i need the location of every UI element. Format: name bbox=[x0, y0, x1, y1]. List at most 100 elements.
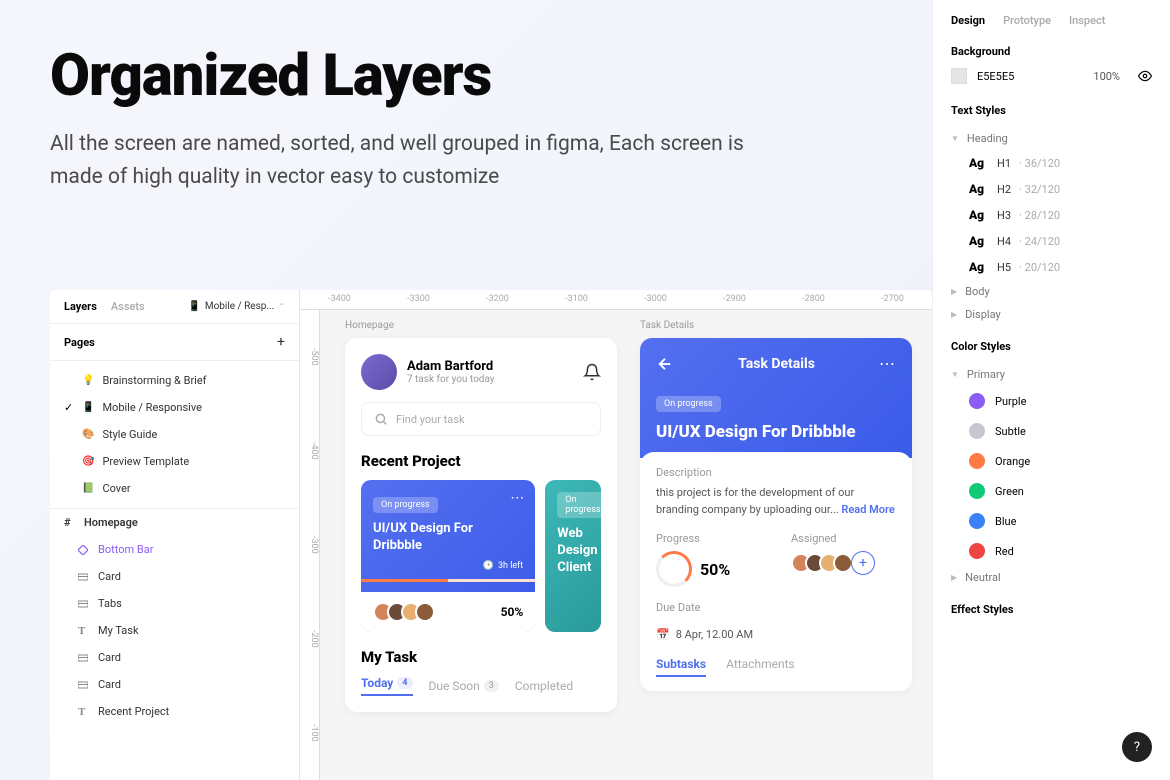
assets-tab[interactable]: Assets bbox=[111, 300, 145, 313]
ruler-vertical: -500-400-300-200-100 bbox=[300, 310, 320, 780]
layer-item[interactable]: Card bbox=[50, 563, 299, 590]
tab-completed[interactable]: Completed bbox=[515, 676, 573, 696]
project-card[interactable]: On progress ⋯ UI/UX Design For Dribbble … bbox=[361, 480, 535, 632]
text-style-group-heading[interactable]: ▼Heading bbox=[951, 127, 1152, 150]
add-page-button[interactable]: + bbox=[277, 334, 285, 350]
background-hex[interactable]: E5E5E5 bbox=[977, 70, 1014, 83]
color-swatch bbox=[969, 513, 985, 529]
user-subtitle: 7 task for you today bbox=[407, 374, 495, 385]
layer-item[interactable]: TRecent Project bbox=[50, 698, 299, 725]
text-style-group-display[interactable]: ▶Display bbox=[951, 303, 1152, 326]
assigned-avatars[interactable]: + bbox=[791, 551, 896, 575]
layers-tab[interactable]: Layers bbox=[64, 300, 97, 313]
figma-workspace: Layers Assets 📱 Mobile / Resp... ⌃ Pages… bbox=[50, 290, 932, 780]
more-icon[interactable]: ⋯ bbox=[879, 354, 896, 373]
color-styles-label: Color Styles bbox=[951, 340, 1152, 353]
layer-item[interactable]: Bottom Bar bbox=[50, 536, 299, 563]
layer-item[interactable]: TMy Task bbox=[50, 617, 299, 644]
background-label: Background bbox=[951, 45, 1152, 58]
frame-label-task-details[interactable]: Task Details bbox=[640, 320, 694, 331]
frame-label-homepage[interactable]: Homepage bbox=[345, 320, 394, 331]
recent-project-heading: Recent Project bbox=[361, 452, 601, 470]
layers-panel: Layers Assets 📱 Mobile / Resp... ⌃ Pages… bbox=[50, 290, 300, 780]
hero-title: Organized Layers bbox=[50, 42, 770, 110]
calendar-icon: 📅 bbox=[656, 628, 670, 641]
tab-inspect[interactable]: Inspect bbox=[1069, 14, 1105, 27]
tab-attachments[interactable]: Attachments bbox=[726, 657, 795, 677]
page-item[interactable]: 🎨Style Guide bbox=[50, 421, 299, 448]
text-icon: T bbox=[78, 706, 90, 718]
color-swatch bbox=[969, 393, 985, 409]
page-list: 💡Brainstorming & Brief✓📱Mobile / Respons… bbox=[50, 361, 299, 509]
read-more-link[interactable]: Read More bbox=[841, 503, 894, 516]
frame-homepage[interactable]: # Homepage bbox=[50, 509, 299, 536]
progress-percent: 50% bbox=[501, 605, 524, 619]
due-date-label: Due Date bbox=[656, 601, 896, 614]
progress-ring bbox=[656, 551, 692, 587]
text-style-item[interactable]: AgH5· 20/120 bbox=[951, 254, 1152, 280]
add-assignee-button[interactable]: + bbox=[851, 551, 875, 575]
page-item[interactable]: 💡Brainstorming & Brief bbox=[50, 367, 299, 394]
color-style-item[interactable]: Red bbox=[951, 536, 1152, 566]
page-picker[interactable]: 📱 Mobile / Resp... ⌃ bbox=[188, 301, 285, 312]
color-style-item[interactable]: Green bbox=[951, 476, 1152, 506]
visibility-icon[interactable] bbox=[1138, 69, 1152, 83]
tabs-icon bbox=[78, 599, 90, 609]
text-style-item[interactable]: AgH4· 24/120 bbox=[951, 228, 1152, 254]
color-group-primary[interactable]: ▼Primary bbox=[951, 363, 1152, 386]
text-style-item[interactable]: AgH3· 28/120 bbox=[951, 202, 1152, 228]
mobile-frame-task-details[interactable]: Task Details ⋯ On progress UI/UX Design … bbox=[640, 338, 912, 691]
background-opacity[interactable]: 100% bbox=[1093, 70, 1120, 83]
layer-tree: # Homepage Bottom BarCardTabsTMy TaskCar… bbox=[50, 509, 299, 780]
text-style-item[interactable]: AgH1· 36/120 bbox=[951, 150, 1152, 176]
more-icon[interactable]: ⋯ bbox=[510, 490, 525, 506]
progress-label: Progress bbox=[656, 532, 761, 545]
tab-design[interactable]: Design bbox=[951, 14, 985, 27]
tab-prototype[interactable]: Prototype bbox=[1003, 14, 1051, 27]
color-group-neutral[interactable]: ▶Neutral bbox=[951, 566, 1152, 589]
tab-due-soon[interactable]: Due Soon3 bbox=[429, 676, 499, 696]
avatar[interactable] bbox=[361, 354, 397, 390]
inspector-panel: Design Prototype Inspect Background E5E5… bbox=[932, 0, 1170, 780]
tabs-icon bbox=[78, 653, 90, 663]
help-button[interactable]: ? bbox=[1122, 732, 1152, 762]
pages-header: Pages bbox=[64, 336, 95, 349]
description-label: Description bbox=[656, 466, 896, 479]
tab-today[interactable]: Today4 bbox=[361, 676, 413, 696]
avatar-group[interactable] bbox=[373, 602, 429, 622]
canvas[interactable]: -3400-3300-3200-3100-3000-2900-2800-2700… bbox=[300, 290, 932, 780]
assigned-label: Assigned bbox=[791, 532, 896, 545]
progress-percent: 50% bbox=[700, 560, 730, 579]
text-style-item[interactable]: AgH2· 32/120 bbox=[951, 176, 1152, 202]
page-item[interactable]: 📗Cover bbox=[50, 475, 299, 502]
page-title: Task Details bbox=[738, 356, 815, 372]
frame-icon: # bbox=[64, 516, 76, 529]
layer-item[interactable]: Card bbox=[50, 671, 299, 698]
layer-item[interactable]: Tabs bbox=[50, 590, 299, 617]
color-style-item[interactable]: Blue bbox=[951, 506, 1152, 536]
color-style-item[interactable]: Subtle bbox=[951, 416, 1152, 446]
status-badge: On progress bbox=[557, 492, 601, 518]
background-swatch[interactable] bbox=[951, 68, 967, 84]
color-style-item[interactable]: Purple bbox=[951, 386, 1152, 416]
page-item[interactable]: 🎯Preview Template bbox=[50, 448, 299, 475]
user-name: Adam Bartford bbox=[407, 359, 495, 374]
back-icon[interactable] bbox=[656, 355, 674, 373]
bell-icon[interactable] bbox=[583, 363, 601, 381]
mobile-frame-homepage[interactable]: Adam Bartford 7 task for you today Find … bbox=[345, 338, 617, 712]
page-item[interactable]: ✓📱Mobile / Responsive bbox=[50, 394, 299, 421]
color-swatch bbox=[969, 453, 985, 469]
search-icon bbox=[374, 412, 388, 426]
tabs-icon bbox=[78, 572, 90, 582]
search-input[interactable]: Find your task bbox=[361, 402, 601, 436]
text-style-group-body[interactable]: ▶Body bbox=[951, 280, 1152, 303]
project-card-partial[interactable]: On progress Web Design Client bbox=[545, 480, 601, 632]
project-title: UI/UX Design For Dribbble bbox=[373, 521, 523, 555]
tabs-icon bbox=[78, 680, 90, 690]
color-style-item[interactable]: Orange bbox=[951, 446, 1152, 476]
ruler-horizontal: -3400-3300-3200-3100-3000-2900-2800-2700 bbox=[300, 290, 932, 310]
tab-subtasks[interactable]: Subtasks bbox=[656, 657, 706, 677]
description-text: this project is for the development of o… bbox=[656, 485, 896, 518]
project-title: Web Design Client bbox=[557, 526, 589, 577]
layer-item[interactable]: Card bbox=[50, 644, 299, 671]
